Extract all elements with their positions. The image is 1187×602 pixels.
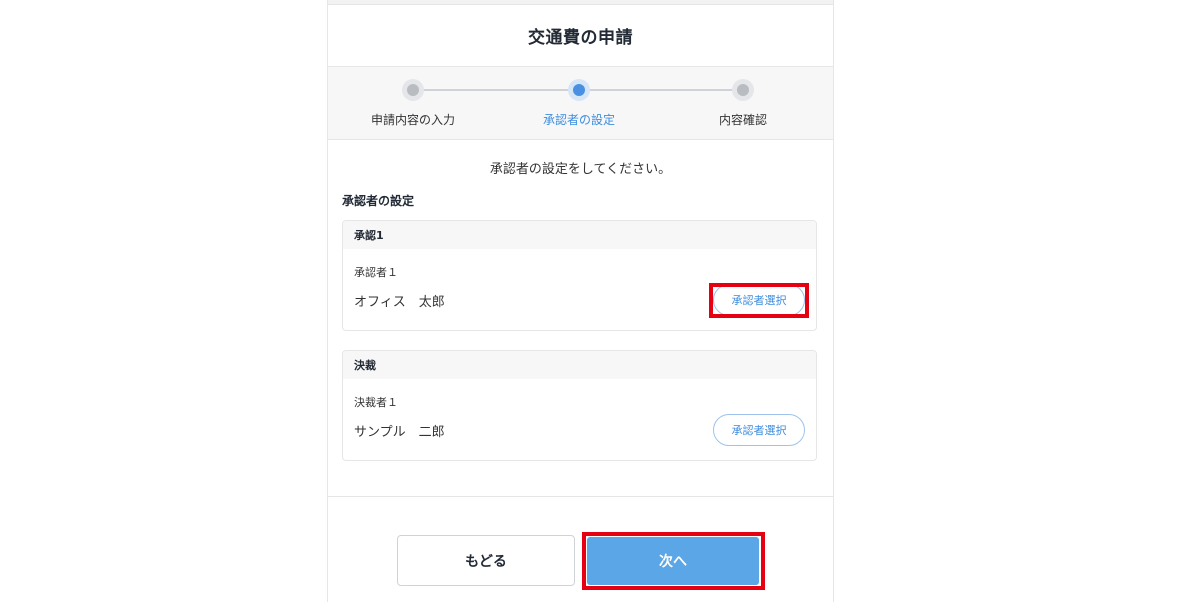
select-approver-button[interactable]: 承認者選択 xyxy=(713,414,805,446)
instruction-text: 承認者の設定をしてください。 xyxy=(489,162,672,177)
step-1-label: 申請内容の入力 xyxy=(370,113,455,127)
step-2-indicator xyxy=(568,79,590,101)
card-heading: 承認1 xyxy=(343,221,816,249)
back-button[interactable]: もどる xyxy=(397,535,575,586)
approval-card-2: 決裁 決裁者１ サンプル 二郎 承認者選択 xyxy=(342,350,817,461)
card-heading: 決裁 xyxy=(343,351,816,379)
step-2-label: 承認者の設定 xyxy=(542,113,615,127)
step-connector xyxy=(413,89,579,91)
header: 交通費の申請 xyxy=(328,5,833,67)
approver-name: オフィス 太郎 xyxy=(354,295,445,310)
footer-divider xyxy=(328,496,833,497)
step-connector xyxy=(579,89,745,91)
application-panel: 交通費の申請 申請内容の入力 承認者の設定 内容確認 承認者の設定をしてください… xyxy=(327,0,834,602)
step-1-indicator xyxy=(402,79,424,101)
step-3-label: 内容確認 xyxy=(718,113,767,127)
step-3-indicator xyxy=(732,79,754,101)
highlight-box-next xyxy=(582,532,765,590)
approver-role-label: 決裁者１ xyxy=(354,396,398,409)
progress-stepper: 申請内容の入力 承認者の設定 内容確認 xyxy=(328,67,833,140)
section-title: 承認者の設定 xyxy=(342,194,415,208)
page-title: 交通費の申請 xyxy=(528,28,633,48)
approver-name: サンプル 二郎 xyxy=(354,425,445,440)
approver-role-label: 承認者１ xyxy=(354,266,398,279)
highlight-box-select-approver xyxy=(709,283,809,318)
